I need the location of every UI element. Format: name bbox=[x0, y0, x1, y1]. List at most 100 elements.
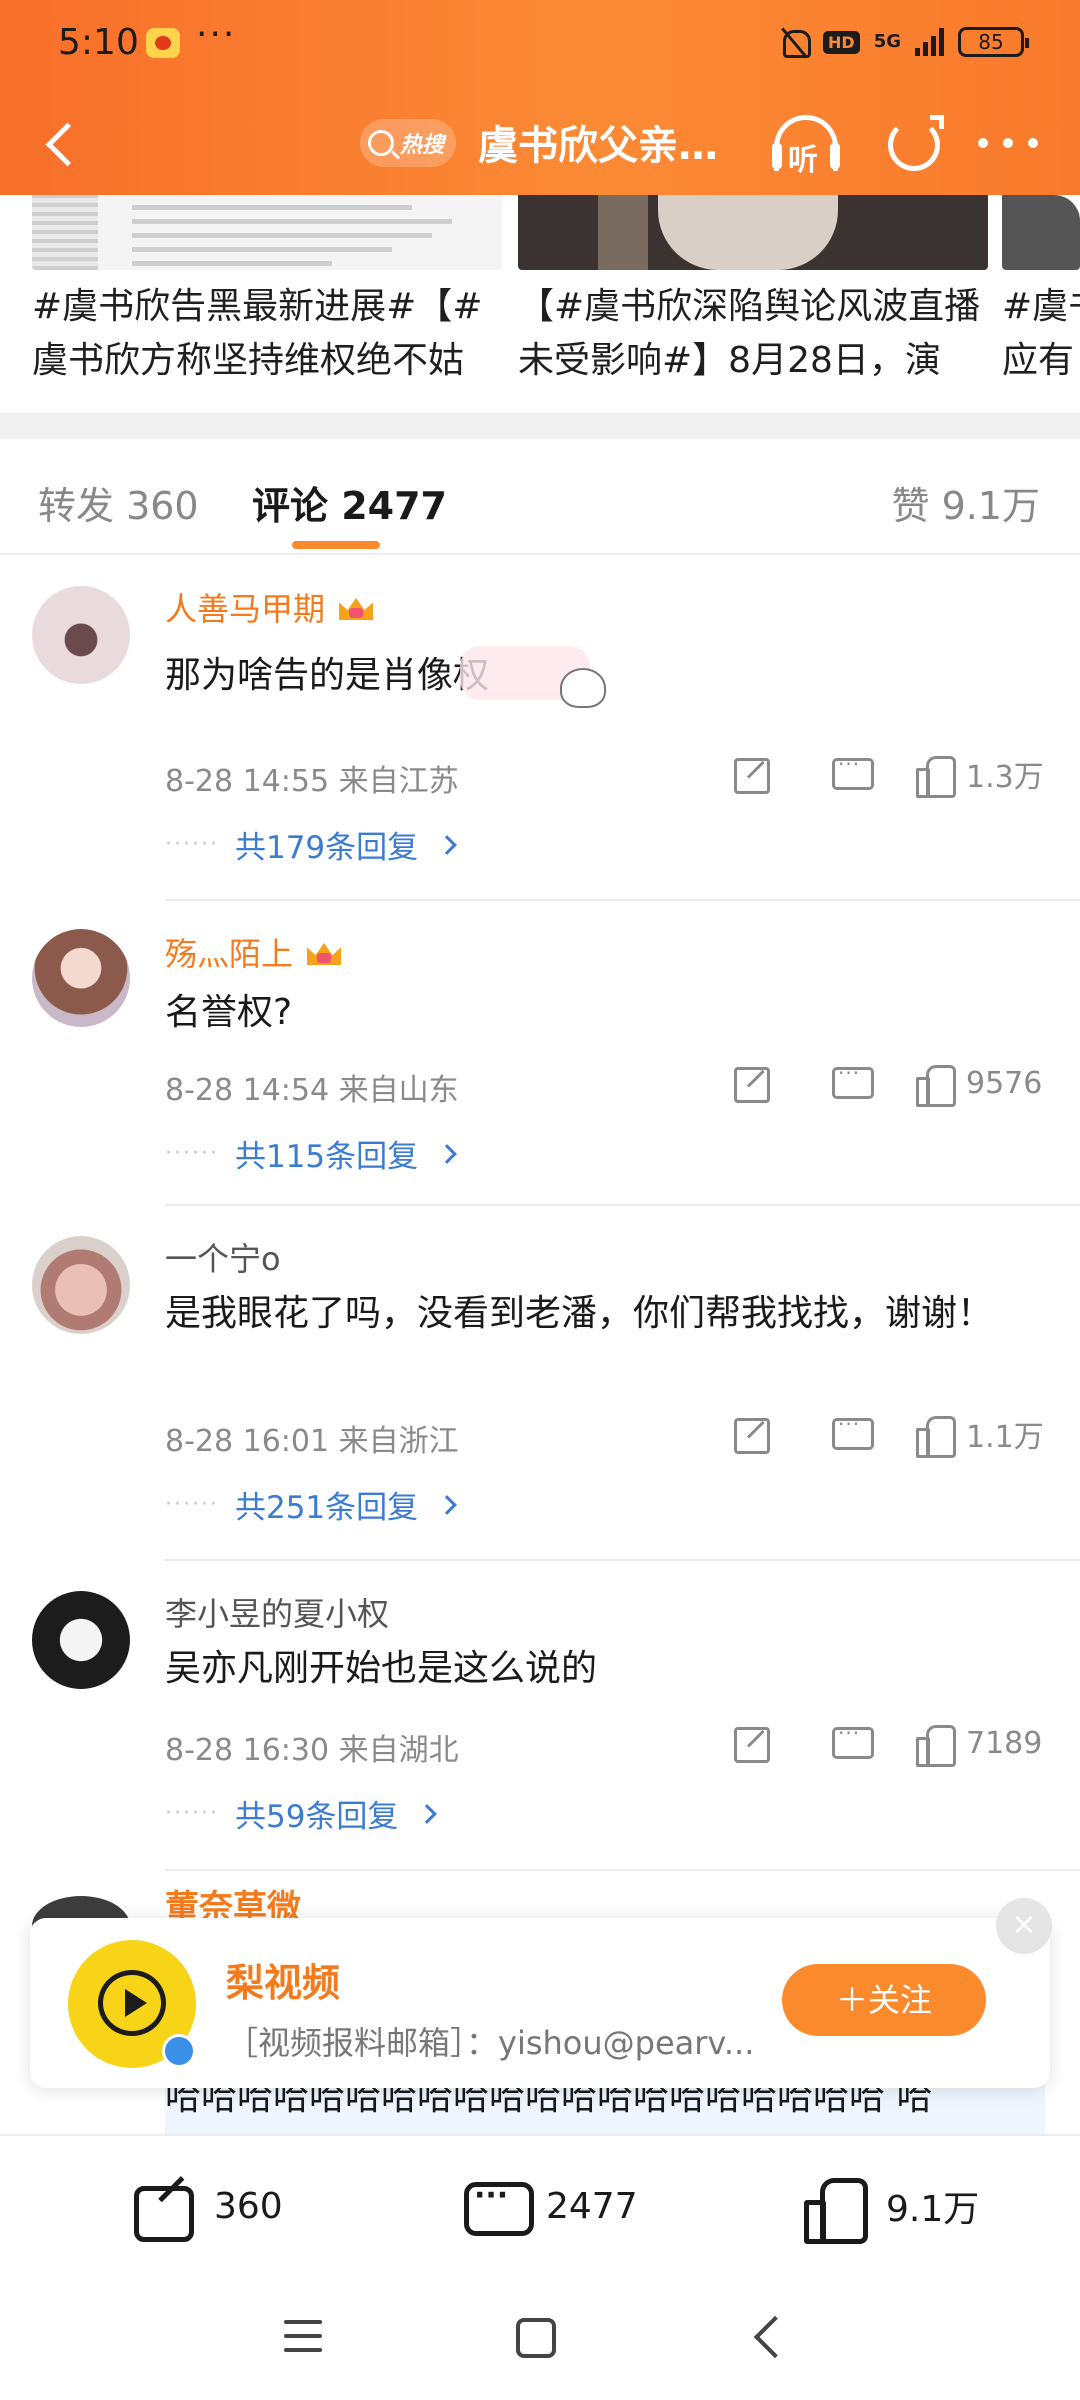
battery-icon: 85 bbox=[958, 27, 1029, 57]
like-icon[interactable] bbox=[900, 752, 960, 798]
view-replies-link[interactable]: ······ 共115条回复 bbox=[165, 1131, 458, 1176]
comment-item: 一个宁o 是我眼花了吗，没看到老潘，你们帮我找找，谢谢！ 8-28 16:01 … bbox=[0, 1206, 1080, 1561]
comment-author[interactable]: 殇灬陌上 bbox=[165, 929, 343, 975]
listen-label: 听 bbox=[788, 143, 818, 178]
top-nav: 热搜 虞书欣父亲… 听 bbox=[0, 95, 1080, 195]
replies-dots: ······ bbox=[165, 1141, 219, 1166]
related-post-card[interactable]: 【#虞书欣深陷舆论风波直播未受影响#】8月28日，演 bbox=[518, 195, 988, 388]
comment-author[interactable]: 人善马甲期 bbox=[165, 584, 375, 630]
more-options-button[interactable] bbox=[978, 123, 1038, 163]
active-tab-indicator bbox=[292, 541, 380, 549]
tab-repost[interactable]: 转发 360 bbox=[38, 475, 199, 530]
reply-icon[interactable] bbox=[800, 1412, 900, 1456]
chevron-right-icon bbox=[437, 1494, 458, 1515]
reply-icon[interactable] bbox=[800, 1721, 900, 1765]
view-replies-link[interactable]: ······ 共251条回复 bbox=[165, 1482, 458, 1527]
repost-count: 360 bbox=[214, 2185, 283, 2227]
view-replies-link[interactable]: ······ 共59条回复 bbox=[165, 1791, 438, 1836]
related-post-thumbnail bbox=[518, 195, 988, 270]
system-back-button[interactable] bbox=[753, 2315, 797, 2359]
related-post-text: #虞书欣告黑最新进展#【#虞书欣方称坚持维权绝不姑 bbox=[32, 286, 483, 381]
share-icon[interactable] bbox=[700, 1061, 800, 1105]
comment-author-name[interactable]: 殇灬陌上 bbox=[165, 929, 293, 975]
share-icon[interactable] bbox=[700, 1412, 800, 1456]
thumbs-up-icon bbox=[802, 2176, 868, 2244]
replies-count: 共179条回复 bbox=[234, 830, 419, 866]
system-indicators: HD 5G 85 bbox=[779, 26, 1029, 58]
comment-meta: 8-28 14:55 来自江苏 bbox=[165, 764, 459, 799]
signal-icon bbox=[915, 28, 944, 56]
like-count: 7189 bbox=[966, 1725, 1043, 1761]
system-navigation-bar bbox=[0, 2276, 1080, 2400]
status-bar: 5:10 ··· HD 5G 85 bbox=[0, 0, 1080, 95]
replies-count: 共251条回复 bbox=[234, 1490, 419, 1526]
home-button[interactable] bbox=[516, 2318, 556, 2358]
related-post-thumbnail bbox=[32, 195, 502, 270]
repost-button[interactable]: 360 bbox=[130, 2176, 283, 2242]
comment-item: 殇灬陌上 名誉权? 8-28 14:54 来自山东 9576 ······ 共1… bbox=[0, 901, 1080, 1206]
replies-count: 共59条回复 bbox=[234, 1799, 399, 1835]
related-post-card[interactable]: #虞书欣告黑最新进展#【#虞书欣方称坚持维权绝不姑 bbox=[32, 195, 502, 388]
engagement-tabs: 转发 360 评论 2477 赞 9.1万 bbox=[0, 439, 1080, 555]
avatar[interactable] bbox=[32, 1236, 130, 1334]
view-replies-link[interactable]: ······ 共179条回复 bbox=[165, 822, 458, 867]
avatar[interactable] bbox=[32, 929, 130, 1027]
like-count: 1.1万 bbox=[966, 1420, 1044, 1455]
comment-author-name[interactable]: 一个宁o bbox=[165, 1234, 281, 1280]
mute-icon bbox=[779, 26, 812, 58]
vip-crown-icon bbox=[305, 935, 343, 969]
comment-author-name[interactable]: 李小昱的夏小权 bbox=[165, 1589, 389, 1635]
replies-count: 共115条回复 bbox=[234, 1139, 419, 1175]
comment-text: 名誉权? bbox=[165, 992, 293, 1033]
back-button[interactable] bbox=[34, 113, 94, 173]
reply-icon[interactable] bbox=[800, 1061, 900, 1105]
promoted-account-name[interactable]: 梨视频 bbox=[226, 1952, 340, 2007]
like-icon[interactable] bbox=[900, 1721, 960, 1767]
share-icon[interactable] bbox=[700, 1721, 800, 1765]
comment-actions: 1.3万 bbox=[700, 752, 1046, 798]
pear-video-logo[interactable] bbox=[68, 1940, 196, 2068]
tab-like[interactable]: 赞 9.1万 bbox=[891, 475, 1040, 530]
replies-dots: ······ bbox=[165, 1492, 219, 1517]
comment-text: 吴亦凡刚开始也是这么说的 bbox=[165, 1648, 598, 1689]
recent-apps-button[interactable] bbox=[284, 2320, 322, 2354]
comment-button[interactable]: 2477 bbox=[462, 2176, 638, 2236]
replies-dots: ······ bbox=[165, 1801, 219, 1826]
close-icon[interactable]: × bbox=[996, 1898, 1052, 1954]
sticker-decoration bbox=[460, 646, 606, 708]
related-post-text: #虞书应有 bbox=[1002, 286, 1080, 381]
avatar[interactable] bbox=[32, 586, 130, 684]
comment-author[interactable]: 一个宁o bbox=[165, 1234, 281, 1280]
promoted-account-banner[interactable]: 梨视频 ［视频报料邮箱］：yishou@pearv... ＋关注 × bbox=[30, 1898, 1052, 2088]
vip-crown-icon bbox=[337, 590, 375, 624]
related-post-card[interactable]: #虞书应有 bbox=[1002, 195, 1080, 388]
like-total: 9.1万 bbox=[886, 2189, 980, 2230]
hot-search-tag[interactable]: 热搜 bbox=[360, 119, 457, 167]
comment-text: 是我眼花了吗，没看到老潘，你们帮我找找，谢谢！ bbox=[165, 1293, 994, 1334]
comment-author-name[interactable]: 人善马甲期 bbox=[165, 584, 325, 630]
comment-meta: 8-28 16:01 来自浙江 bbox=[165, 1424, 459, 1459]
like-icon[interactable] bbox=[900, 1412, 960, 1458]
hot-search-label: 热搜 bbox=[400, 133, 445, 158]
comment-author[interactable]: 李小昱的夏小权 bbox=[165, 1589, 389, 1635]
like-button[interactable]: 9.1万 bbox=[802, 2176, 980, 2244]
section-divider bbox=[0, 413, 1080, 439]
like-count: 1.3万 bbox=[966, 760, 1044, 795]
page-title[interactable]: 虞书欣父亲… bbox=[478, 113, 718, 171]
comment-item: 李小昱的夏小权 吴亦凡刚开始也是这么说的 8-28 16:30 来自湖北 718… bbox=[0, 1561, 1080, 1871]
follow-button[interactable]: ＋关注 bbox=[782, 1964, 986, 2036]
avatar[interactable] bbox=[32, 1591, 130, 1689]
related-posts-carousel[interactable]: #虞书欣告黑最新进展#【#虞书欣方称坚持维权绝不姑 【#虞书欣深陷舆论风波直播未… bbox=[0, 195, 1080, 413]
refresh-button[interactable] bbox=[882, 109, 948, 179]
chevron-right-icon bbox=[417, 1803, 438, 1824]
share-icon[interactable] bbox=[700, 752, 800, 796]
play-icon bbox=[98, 1970, 166, 2036]
verified-badge-icon bbox=[162, 2034, 196, 2068]
chevron-right-icon bbox=[437, 834, 458, 855]
listen-button[interactable]: 听 bbox=[768, 109, 844, 181]
like-icon[interactable] bbox=[900, 1061, 960, 1107]
search-icon bbox=[368, 130, 394, 156]
reply-icon[interactable] bbox=[800, 752, 900, 796]
hd-badge: HD bbox=[823, 30, 860, 54]
refresh-arrow-icon bbox=[930, 115, 944, 129]
